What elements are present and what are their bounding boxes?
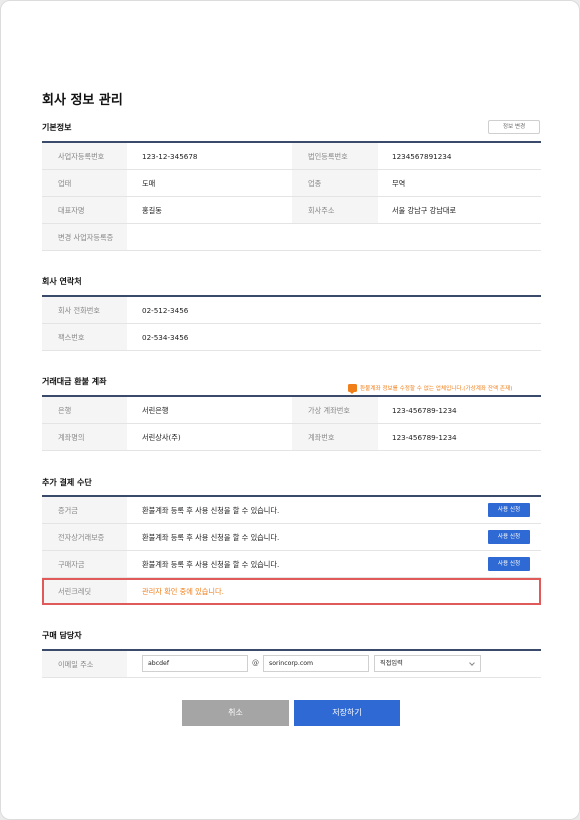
table-row: 변경 사업자등록증 [42, 224, 541, 251]
value-deposit: 환불계좌 등록 후 사용 신청을 할 수 있습니다. [142, 506, 280, 515]
value-account-number: 123-456789-1234 [392, 433, 457, 442]
label-business-type: 업태 [58, 179, 72, 188]
value-ecommerce-guarantee: 환불계좌 등록 후 사용 신청을 할 수 있습니다. [142, 533, 280, 542]
value-company-address: 서울 강남구 강남대로 [392, 206, 457, 215]
label-phone: 회사 전화번호 [58, 306, 100, 315]
label-account-number: 계좌번호 [308, 433, 335, 442]
table-row: 전자상거래보증 환불계좌 등록 후 사용 신청을 할 수 있습니다. 사용 신청 [42, 524, 541, 551]
label-email: 이메일 주소 [58, 660, 94, 669]
at-sign: @ [252, 659, 259, 667]
label-fax: 팩스번호 [58, 333, 85, 342]
value-virtual-account: 123-456789-1234 [392, 406, 457, 415]
apply-guarantee-button[interactable]: 사용 신청 [488, 530, 530, 544]
label-industry: 업종 [308, 179, 322, 188]
label-company-address: 회사주소 [308, 206, 335, 215]
label-bank: 은행 [58, 406, 72, 415]
label-changed-registration: 변경 사업자등록증 [58, 233, 114, 242]
value-fax: 02-534-3456 [142, 333, 189, 342]
value-bank: 서린은행 [142, 406, 169, 415]
label-purchase-fund: 구매자금 [58, 560, 85, 569]
table-row: 대표자명 홍길동 회사주소 서울 강남구 강남대로 [42, 197, 541, 224]
save-button[interactable]: 저장하기 [294, 700, 400, 726]
chevron-down-icon [469, 660, 475, 666]
speech-bubble-icon [348, 383, 357, 394]
email-id-input[interactable]: abcdef [142, 655, 248, 672]
section-title-buyer: 구매 담당자 [42, 631, 82, 640]
label-business-number: 사업자등록번호 [58, 152, 105, 161]
company-info-card: 회사 정보 관리 기본정보 정보 변경 사업자등록번호 123-12-34567… [0, 0, 580, 820]
domain-select[interactable]: 직접입력 [374, 655, 481, 672]
label-virtual-account: 가상 계좌번호 [308, 406, 350, 415]
table-row: 구매자금 환불계좌 등록 후 사용 신청을 할 수 있습니다. 사용 신청 [42, 551, 541, 578]
value-purchase-fund: 환불계좌 등록 후 사용 신청을 할 수 있습니다. [142, 560, 280, 569]
table-row: 증거금 환불계좌 등록 후 사용 신청을 할 수 있습니다. 사용 신청 [42, 497, 541, 524]
cancel-button[interactable]: 취소 [182, 700, 289, 726]
value-account-holder: 서린상사(주) [142, 433, 181, 442]
label-ceo-name: 대표자명 [58, 206, 85, 215]
table-row: 회사 전화번호 02-512-3456 [42, 297, 541, 324]
apply-deposit-button[interactable]: 사용 신청 [488, 503, 530, 517]
section-title-refund: 거래대금 환불 계좌 [42, 377, 107, 386]
refund-notice: 환불계좌 정보를 수정할 수 없는 업체입니다.(가상계좌 잔액 존재) [348, 377, 512, 394]
label-ecommerce-guarantee: 전자상거래보증 [58, 533, 105, 542]
table-row: 이메일 주소 abcdef @ sorincorp.com 직접입력 [42, 651, 541, 678]
table-row: 은행 서린은행 가상 계좌번호 123-456789-1234 [42, 397, 541, 424]
section-title-basic: 기본정보 [42, 123, 72, 132]
value-business-type: 도매 [142, 179, 156, 188]
value-phone: 02-512-3456 [142, 306, 189, 315]
label-deposit: 증거금 [58, 506, 78, 515]
value-corporate-number: 1234567891234 [392, 152, 452, 161]
section-title-payment: 추가 결제 수단 [42, 478, 92, 487]
highlight-box [42, 578, 541, 605]
value-industry: 무역 [392, 179, 406, 188]
domain-select-value: 직접입력 [380, 660, 403, 667]
apply-purchase-fund-button[interactable]: 사용 신청 [488, 557, 530, 571]
value-ceo-name: 홍길동 [142, 206, 162, 215]
refund-notice-text: 환불계좌 정보를 수정할 수 없는 업체입니다.(가상계좌 잔액 존재) [360, 385, 513, 392]
label-corporate-number: 법인등록번호 [308, 152, 348, 161]
edit-info-button[interactable]: 정보 변경 [488, 120, 540, 134]
section-title-contact: 회사 연락처 [42, 277, 82, 286]
page-title: 회사 정보 관리 [42, 93, 123, 108]
label-account-holder: 계좌명의 [58, 433, 85, 442]
table-row: 팩스번호 02-534-3456 [42, 324, 541, 351]
table-row: 업태 도매 업종 무역 [42, 170, 541, 197]
value-business-number: 123-12-345678 [142, 152, 198, 161]
email-domain-input[interactable]: sorincorp.com [263, 655, 369, 672]
table-row: 계좌명의 서린상사(주) 계좌번호 123-456789-1234 [42, 424, 541, 451]
table-row: 사업자등록번호 123-12-345678 법인등록번호 12345678912… [42, 143, 541, 170]
